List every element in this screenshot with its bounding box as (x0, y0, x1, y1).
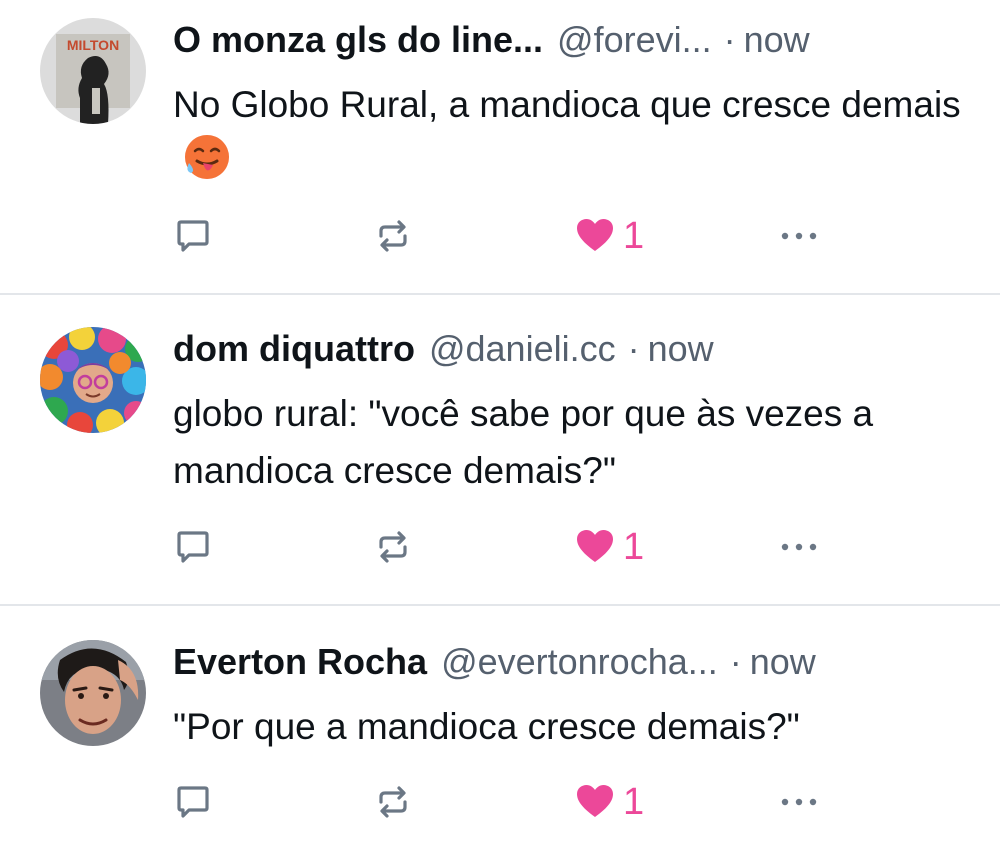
reply-icon (177, 786, 209, 818)
more-options-icon (781, 543, 817, 551)
post-time[interactable]: now (750, 640, 816, 684)
heart-filled-icon (577, 219, 613, 251)
post-actions: 1 (173, 214, 833, 258)
header-separator: · (723, 19, 736, 60)
like-count: 1 (623, 781, 645, 823)
post-item[interactable]: dom diquattro @danieli.cc · now globo ru… (0, 295, 1000, 606)
like-button[interactable]: 1 (575, 780, 644, 824)
hot-face-emoji (183, 133, 231, 197)
reply-button[interactable] (173, 780, 213, 824)
repost-icon (379, 220, 407, 252)
post-item[interactable]: Everton Rocha @evertonrocha... · now "Po… (0, 606, 1000, 851)
heart-filled-icon (577, 530, 613, 562)
reply-button[interactable] (173, 214, 213, 258)
post-header: O monza gls do line... @forevi... · now (173, 18, 964, 62)
post-actions: 1 (173, 525, 833, 569)
author-handle[interactable]: @evertonrocha... (441, 640, 718, 684)
author-handle[interactable]: @forevi... (557, 18, 712, 62)
post-content: dom diquattro @danieli.cc · now globo ru… (173, 327, 964, 499)
avatar[interactable] (40, 327, 146, 433)
post-time[interactable]: now (648, 327, 714, 371)
more-options-button[interactable] (777, 525, 821, 569)
post-text: globo rural: "você sabe por que às vezes… (173, 393, 874, 491)
avatar[interactable]: MILTON (40, 18, 146, 124)
post-header: Everton Rocha @evertonrocha... · now (173, 640, 964, 684)
more-options-icon (781, 798, 817, 806)
like-button[interactable]: 1 (575, 525, 644, 569)
heart-filled-icon (577, 785, 613, 817)
post-text-body: No Globo Rural, a mandioca que cresce de… (173, 84, 961, 125)
post-content: Everton Rocha @evertonrocha... · now "Po… (173, 640, 964, 755)
post-text: No Globo Rural, a mandioca que cresce de… (173, 76, 964, 197)
more-options-button[interactable] (777, 214, 821, 258)
repost-button[interactable] (373, 780, 413, 824)
repost-icon (379, 531, 407, 563)
post-content: O monza gls do line... @forevi... · now … (173, 18, 964, 197)
author-name[interactable]: dom diquattro (173, 327, 415, 371)
like-count: 1 (623, 215, 645, 257)
header-separator: · (729, 641, 742, 682)
post-text: "Por que a mandioca cresce demais?" (173, 706, 800, 747)
avatar-logo-text: MILTON (67, 37, 119, 53)
author-name[interactable]: Everton Rocha (173, 640, 427, 684)
post-item[interactable]: MILTON O monza gls do line... @forevi...… (0, 0, 1000, 295)
reply-icon (177, 220, 209, 252)
repost-icon (379, 786, 407, 818)
repost-button[interactable] (373, 214, 413, 258)
repost-button[interactable] (373, 525, 413, 569)
author-name[interactable]: O monza gls do line... (173, 18, 543, 62)
post-header: dom diquattro @danieli.cc · now (173, 327, 964, 371)
author-handle[interactable]: @danieli.cc (429, 327, 616, 371)
header-separator: · (627, 328, 640, 369)
reply-button[interactable] (173, 525, 213, 569)
reply-icon (177, 531, 209, 563)
like-button[interactable]: 1 (575, 214, 644, 258)
post-feed: MILTON O monza gls do line... @forevi...… (0, 0, 1000, 851)
post-actions: 1 (173, 780, 833, 824)
avatar[interactable] (40, 640, 146, 746)
like-count: 1 (623, 526, 645, 568)
post-time[interactable]: now (744, 18, 810, 62)
more-options-icon (781, 232, 817, 240)
more-options-button[interactable] (777, 780, 821, 824)
